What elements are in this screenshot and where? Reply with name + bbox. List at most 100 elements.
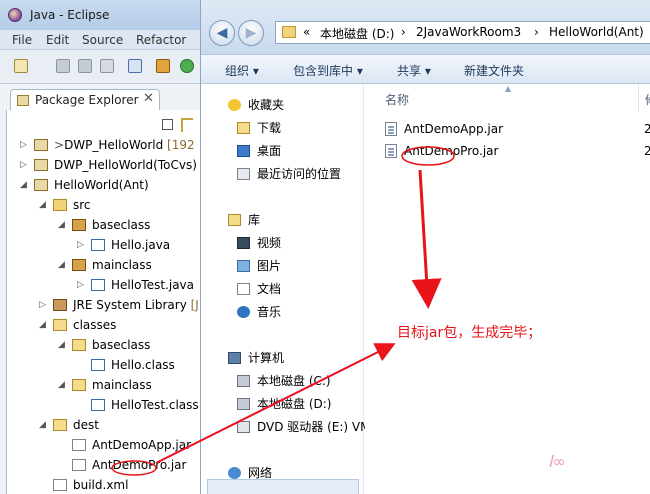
watermark-logo: ا∞ [548, 452, 566, 471]
expand-arrow-icon[interactable]: ◢ [58, 375, 65, 395]
save-all-icon[interactable] [78, 59, 92, 73]
column-header-date[interactable]: 修 [645, 91, 650, 108]
nav-item[interactable]: DVD 驱动器 (E:) VM [201, 416, 370, 438]
file-name: AntDemoApp.jar [404, 122, 504, 136]
file-date: 2 [644, 118, 650, 140]
collapse-arrow-icon[interactable]: ▷ [20, 135, 27, 155]
nav-item[interactable]: 本地磁盘 (C:) [201, 370, 364, 392]
tree-item[interactable]: ▷ Hello.java [0, 235, 200, 255]
expand-arrow-icon[interactable]: ◢ [58, 335, 65, 355]
collapse-all-icon[interactable] [162, 119, 173, 130]
tree-item[interactable]: ◢ classes [0, 315, 200, 335]
nav-item[interactable]: 最近访问的位置 [201, 163, 364, 185]
expand-arrow-icon[interactable]: ◢ [20, 175, 27, 195]
expand-arrow-icon[interactable]: ◢ [58, 255, 65, 275]
tree-item[interactable]: ◢ baseclass [0, 215, 200, 235]
debug-skip-icon[interactable] [128, 59, 142, 73]
collapse-arrow-icon[interactable]: ▷ [77, 235, 84, 255]
project-icon [34, 179, 48, 191]
column-divider[interactable] [638, 84, 639, 112]
tree-item[interactable]: ◢ mainclass [0, 375, 200, 395]
save-icon[interactable] [56, 59, 70, 73]
breadcrumb-separator[interactable]: › [401, 25, 406, 39]
tree-item[interactable]: AntDemoApp.jar [0, 435, 200, 455]
expand-arrow-icon[interactable]: ◢ [58, 215, 65, 235]
nav-item[interactable]: 下载 [201, 117, 364, 139]
menu-source[interactable]: Source [82, 33, 123, 47]
computer-icon [228, 352, 241, 364]
collapse-arrow-icon[interactable]: ▷ [20, 155, 27, 175]
nav-item[interactable]: 本地磁盘 (D:) [201, 393, 364, 415]
breadcrumb-overflow[interactable]: « [303, 25, 310, 39]
breadcrumb-separator[interactable]: › [534, 25, 539, 39]
file-explorer-window: ◀ ▶ « 本地磁盘 (D:) › 2JavaWorkRoom3 › Hello… [200, 0, 650, 494]
tree-item-text: AntDemoPro.jar [92, 458, 187, 472]
pictures-library-icon [237, 260, 250, 272]
file-row[interactable]: AntDemoPro.jar 2 [382, 140, 650, 162]
expand-arrow-icon[interactable]: ◢ [39, 315, 46, 335]
nav-item-label: 收藏夹 [248, 98, 285, 112]
tree-item[interactable]: Hello.class [0, 355, 200, 375]
breadcrumb-drive-d[interactable]: 本地磁盘 (D:) [320, 25, 394, 42]
include-in-library-button[interactable]: 包含到库中 ▾ [293, 62, 363, 79]
jar-file-icon [72, 459, 86, 471]
menu-file[interactable]: File [12, 33, 32, 47]
tree-item[interactable]: ◢ mainclass [0, 255, 200, 275]
eclipse-app-icon [8, 8, 22, 22]
tree-item[interactable]: build.xml [0, 475, 200, 494]
nav-item[interactable]: 音乐 [201, 301, 364, 323]
nav-item[interactable]: 收藏夹 [201, 94, 364, 116]
package-explorer-tab[interactable]: Package Explorer ✕ [10, 89, 160, 111]
nav-item[interactable]: 计算机 [201, 347, 364, 369]
breadcrumb-javaworkroom[interactable]: 2JavaWorkRoom3 [416, 25, 521, 39]
nav-item[interactable]: 文档 [201, 278, 364, 300]
nav-item[interactable]: 视频 [201, 232, 364, 254]
file-row[interactable]: AntDemoApp.jar 2 [382, 118, 650, 140]
tree-item[interactable]: ◢ dest [0, 415, 200, 435]
print-icon[interactable] [100, 59, 114, 73]
tree-item-label: Hello.class [111, 355, 175, 375]
collapse-arrow-icon[interactable]: ▷ [77, 275, 84, 295]
recent-places-icon [237, 168, 250, 180]
back-button[interactable]: ◀ [209, 20, 235, 46]
link-with-editor-icon[interactable] [181, 118, 193, 132]
nav-item[interactable]: 桌面 [201, 140, 364, 162]
class-file-icon [91, 359, 105, 371]
tree-item[interactable]: ◢ baseclass [0, 335, 200, 355]
expand-arrow-icon[interactable]: ◢ [39, 415, 46, 435]
nav-item-label: 计算机 [248, 351, 285, 365]
tree-item[interactable]: ▷ HelloTest.java [0, 275, 200, 295]
tree-item-text: mainclass [92, 378, 152, 392]
desktop-icon [237, 145, 250, 157]
column-header-name[interactable]: 名称 [385, 91, 409, 108]
tree-item[interactable]: ▷ >DWP_HelloWorld [192 [0, 135, 200, 155]
breadcrumb-helloworld[interactable]: HelloWorld(Ant) [549, 25, 644, 39]
organize-button[interactable]: 组织 ▾ [225, 62, 259, 79]
file-list: ▲ 名称 修 AntDemoApp.jar 2 AntDemoPro.jar 2 [365, 84, 650, 494]
new-package-icon[interactable] [156, 59, 170, 73]
tree-item[interactable]: HelloTest.class [0, 395, 200, 415]
tree-item[interactable]: ◢ HelloWorld(Ant) [0, 175, 200, 195]
new-folder-button[interactable]: 新建文件夹 [464, 62, 524, 79]
tree-item-label: HelloTest.java [111, 275, 194, 295]
dvd-drive-icon [237, 421, 250, 433]
forward-button[interactable]: ▶ [238, 20, 264, 46]
outgoing-change-marker: > [54, 138, 65, 152]
tree-item[interactable]: ◢ src [0, 195, 200, 215]
new-wizard-icon[interactable] [14, 59, 28, 73]
collapse-arrow-icon[interactable]: ▷ [39, 295, 46, 315]
tree-item[interactable]: AntDemoPro.jar [0, 455, 200, 475]
share-button[interactable]: 共享 ▾ [397, 62, 431, 79]
nav-item-label: DVD 驱动器 (E:) VM [257, 420, 371, 434]
nav-item[interactable]: 网络 [201, 462, 364, 484]
nav-item[interactable]: 库 [201, 209, 364, 231]
address-bar[interactable]: « 本地磁盘 (D:) › 2JavaWorkRoom3 › HelloWorl… [275, 21, 650, 44]
tree-item[interactable]: ▷ DWP_HelloWorld(ToCvs) [0, 155, 200, 175]
menu-refactor[interactable]: Refactor [136, 33, 186, 47]
new-class-icon[interactable] [180, 59, 194, 73]
close-icon[interactable]: ✕ [143, 91, 154, 106]
menu-edit[interactable]: Edit [46, 33, 69, 47]
nav-item[interactable]: 图片 [201, 255, 364, 277]
tree-item[interactable]: ▷ JRE System Library [J [0, 295, 200, 315]
expand-arrow-icon[interactable]: ◢ [39, 195, 46, 215]
